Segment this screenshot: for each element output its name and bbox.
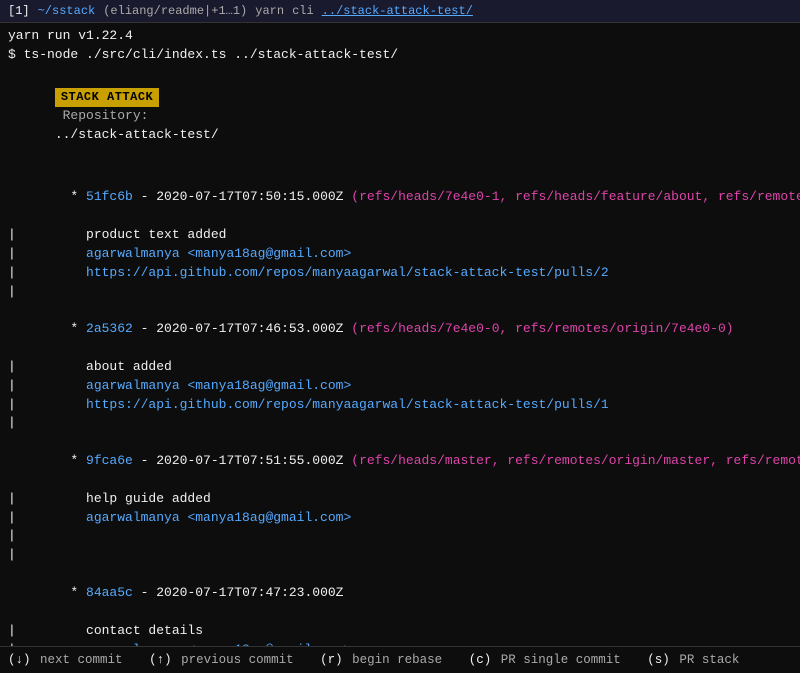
commit-url-2: | https://api.github.com/repos/manyaagar… (8, 396, 792, 415)
hint-next: (↓) next commit (8, 653, 147, 667)
stack-attack-link[interactable]: ../stack-attack-test/ (322, 4, 473, 18)
commit-line-3: * 9fca6e - 2020-07-17T07:51:55.000Z (ref… (8, 433, 792, 490)
commit-author-2: | agarwalmanya <manya18ag@gmail.com> (8, 377, 792, 396)
yarn-version-line: yarn run v1.22.4 (8, 27, 792, 46)
main-content: yarn run v1.22.4 $ ts-node ./src/cli/ind… (0, 23, 800, 646)
yarn-word: yarn (255, 4, 284, 18)
commits-section: * 51fc6b - 2020-07-17T07:50:15.000Z (ref… (8, 169, 792, 646)
job-number: [1] (8, 4, 30, 18)
bottom-bar: (↓) next commit (↑) previous commit (r) … (0, 646, 800, 673)
commit-url-1: | https://api.github.com/repos/manyaagar… (8, 264, 792, 283)
hint-rebase: (r) begin rebase (320, 653, 467, 667)
hint-pr-single: (c) PR single commit (469, 653, 646, 667)
commit-line-1: * 51fc6b - 2020-07-17T07:50:15.000Z (ref… (8, 169, 792, 226)
commit-msg-3: | help guide added (8, 490, 792, 509)
top-bar: [1] ~/sstack (eliang/readme|+1…1) yarn c… (0, 0, 800, 23)
pipe-3b: | (8, 546, 792, 565)
hint-pr-stack: (s) PR stack (647, 653, 741, 667)
stack-attack-badge: STACK ATTACK (55, 88, 159, 107)
repo-path: ../stack-attack-test/ (55, 127, 219, 142)
commit-msg-2: | about added (8, 358, 792, 377)
cli-word: cli (292, 4, 314, 18)
terminal: [1] ~/sstack (eliang/readme|+1…1) yarn c… (0, 0, 800, 673)
ts-node-cmd-line: $ ts-node ./src/cli/index.ts ../stack-at… (8, 46, 792, 65)
commit-line-2: * 2a5362 - 2020-07-17T07:46:53.000Z (ref… (8, 301, 792, 358)
commit-author-1: | agarwalmanya <manya18ag@gmail.com> (8, 245, 792, 264)
stack-attack-header: STACK ATTACK Repository: ../stack-attack… (8, 69, 792, 164)
commit-author-3: | agarwalmanya <manya18ag@gmail.com> (8, 509, 792, 528)
commit-msg-1: | product text added (8, 226, 792, 245)
pipe-3a: | (8, 527, 792, 546)
repo-label: Repository: (55, 108, 156, 123)
pipe-2: | (8, 414, 792, 433)
pipe-1: | (8, 283, 792, 302)
commit-line-4: * 84aa5c - 2020-07-17T07:47:23.000Z (8, 565, 792, 622)
current-path: ~/sstack (38, 4, 96, 18)
commit-msg-4: | contact details (8, 622, 792, 641)
hint-prev: (↑) previous commit (149, 653, 318, 667)
branch-info: (eliang/readme|+1…1) (103, 4, 247, 18)
